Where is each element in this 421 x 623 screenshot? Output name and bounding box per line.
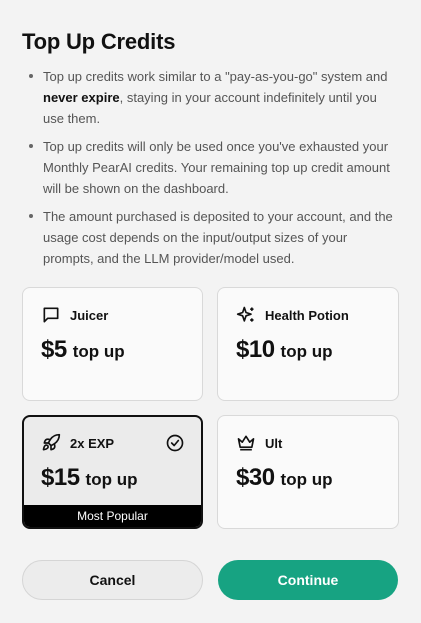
info-text: Top up credits work similar to a "pay-as… bbox=[43, 69, 388, 84]
option-price: $10 bbox=[236, 336, 275, 363]
option-name: Ult bbox=[265, 435, 283, 451]
option-suffix: top up bbox=[280, 470, 333, 489]
info-emphasis: never expire bbox=[43, 90, 120, 105]
info-list: Top up credits work similar to a "pay-as… bbox=[22, 66, 399, 269]
topup-options: Juicer $5 top up Health Potion $10 top u… bbox=[22, 287, 399, 529]
most-popular-badge: Most Popular bbox=[24, 505, 201, 527]
sparkles-icon bbox=[236, 305, 256, 325]
option-price: $5 bbox=[41, 336, 67, 363]
option-price: $15 bbox=[41, 464, 80, 491]
option-juicer[interactable]: Juicer $5 top up bbox=[22, 287, 203, 401]
info-item: Top up credits will only be used once yo… bbox=[22, 136, 399, 199]
rocket-icon bbox=[41, 433, 61, 453]
option-name: Health Potion bbox=[265, 307, 349, 323]
crown-icon bbox=[236, 433, 256, 453]
info-item: The amount purchased is deposited to you… bbox=[22, 206, 399, 269]
message-square-icon bbox=[41, 305, 61, 325]
option-2x-exp[interactable]: 2x EXP $15 top up Most Popular bbox=[22, 415, 203, 529]
check-circle-icon bbox=[165, 433, 185, 453]
dialog-title: Top Up Credits bbox=[22, 29, 176, 54]
info-text: The amount purchased is deposited to you… bbox=[43, 209, 393, 266]
info-item: Top up credits work similar to a "pay-as… bbox=[22, 66, 399, 129]
option-suffix: top up bbox=[72, 342, 125, 361]
top-up-dialog: Top Up Credits Top up credits work simil… bbox=[0, 0, 421, 623]
option-name: Juicer bbox=[70, 307, 109, 323]
option-ult[interactable]: Ult $30 top up bbox=[217, 415, 399, 529]
option-suffix: top up bbox=[85, 470, 138, 489]
continue-button[interactable]: Continue bbox=[218, 560, 398, 600]
option-health-potion[interactable]: Health Potion $10 top up bbox=[217, 287, 399, 401]
cancel-button[interactable]: Cancel bbox=[22, 560, 203, 600]
option-price: $30 bbox=[236, 464, 275, 491]
info-text: Top up credits will only be used once yo… bbox=[43, 139, 390, 196]
option-suffix: top up bbox=[280, 342, 333, 361]
option-name: 2x EXP bbox=[70, 435, 115, 451]
